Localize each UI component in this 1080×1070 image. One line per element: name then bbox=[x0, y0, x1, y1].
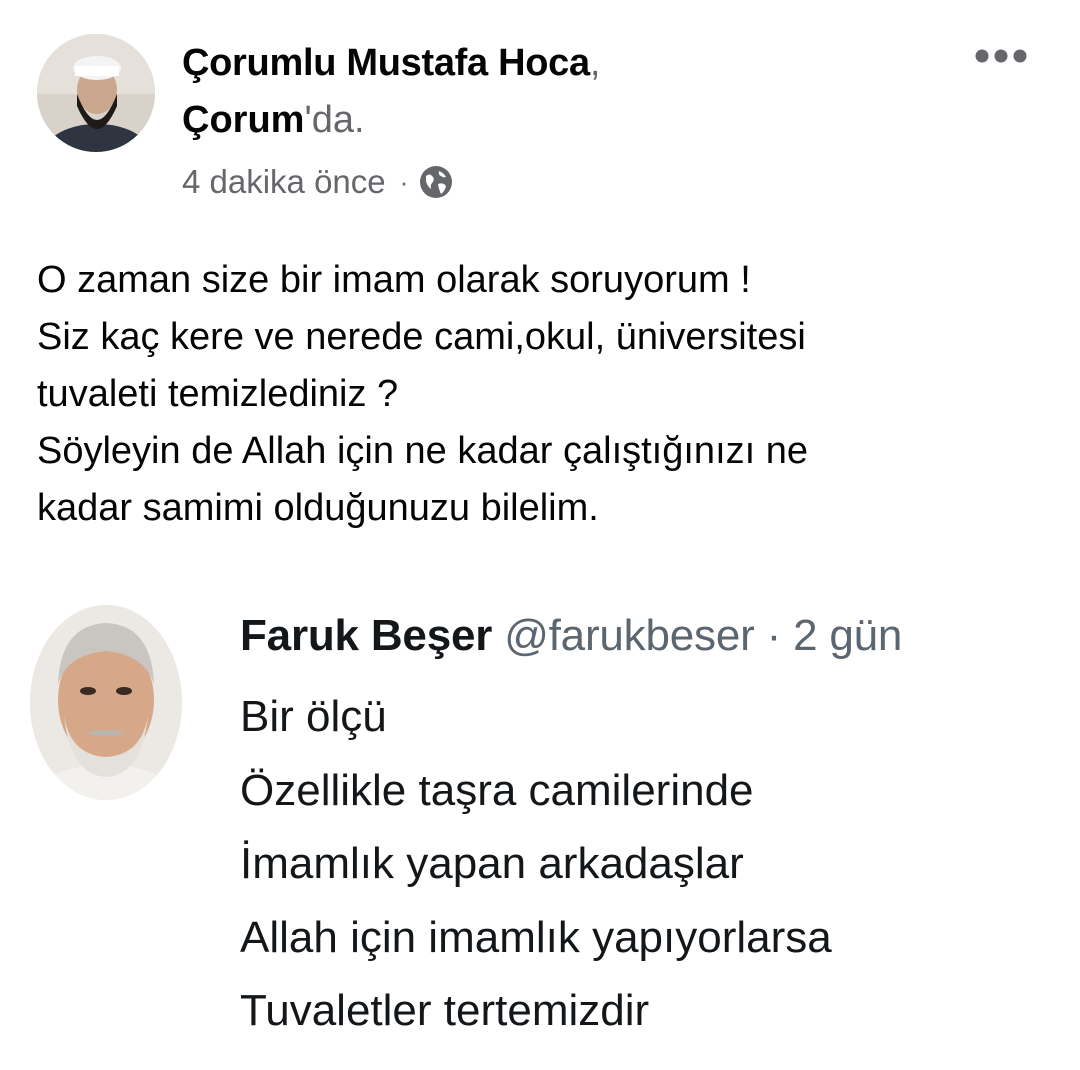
quoted-tweet-author-name: Faruk Beşer bbox=[240, 611, 493, 660]
post-meta: 4 dakika önce · bbox=[182, 160, 454, 204]
author-name[interactable]: Çorumlu Mustafa Hoca bbox=[182, 42, 590, 84]
post-text-line: O zaman size bir imam olarak soruyorum ! bbox=[37, 259, 751, 301]
author-avatar-image bbox=[37, 34, 155, 152]
post-body: O zaman size bir imam olarak soruyorum !… bbox=[37, 252, 1047, 537]
more-options-icon[interactable] bbox=[968, 36, 1034, 76]
quoted-tweet-handle: @farukbeser bbox=[504, 611, 755, 660]
quoted-tweet-line: Tuvaletler tertemizdir bbox=[240, 986, 650, 1035]
post-text-line: Söyleyin de Allah için ne kadar çalıştığ… bbox=[37, 430, 809, 472]
post-text-line: tuvaleti temizlediniz ? bbox=[37, 373, 399, 415]
quoted-tweet-line: Özellikle taşra camilerinde bbox=[240, 765, 754, 815]
author-separator: , bbox=[589, 42, 601, 84]
quoted-tweet-line: Bir ölçü bbox=[240, 692, 387, 741]
post-timestamp[interactable]: 4 dakika önce bbox=[182, 163, 386, 201]
quoted-tweet-header: Faruk Beşer @farukbeser · 2 gün bbox=[240, 608, 902, 664]
quoted-tweet-body: Bir ölçü Özellikle taşra camilerinde İma… bbox=[240, 680, 832, 1048]
post-location-line: Çorum'da. bbox=[182, 97, 365, 143]
facebook-post: Çorumlu Mustafa Hoca, Çorum'da. 4 dakika… bbox=[0, 0, 1080, 1070]
globe-icon[interactable] bbox=[418, 164, 454, 200]
quoted-tweet-line: Allah için imamlık yapıyorlarsa bbox=[240, 912, 832, 962]
meta-separator: · bbox=[399, 166, 409, 197]
location-suffix: 'da. bbox=[304, 99, 365, 141]
post-author-line: Çorumlu Mustafa Hoca, bbox=[182, 40, 600, 86]
location-link[interactable]: Çorum bbox=[182, 99, 304, 141]
post-text-line: kadar samimi olduğunuzu bilelim. bbox=[37, 487, 599, 529]
author-avatar[interactable] bbox=[37, 34, 155, 152]
post-text-line: Siz kaç kere ve nerede cami,okul, üniver… bbox=[37, 316, 806, 358]
quoted-tweet-line: İmamlık yapan arkadaşlar bbox=[240, 839, 744, 888]
quoted-tweet-time: 2 gün bbox=[793, 611, 903, 660]
quoted-tweet-separator: · bbox=[766, 611, 782, 660]
quoted-tweet-avatar bbox=[30, 605, 182, 800]
